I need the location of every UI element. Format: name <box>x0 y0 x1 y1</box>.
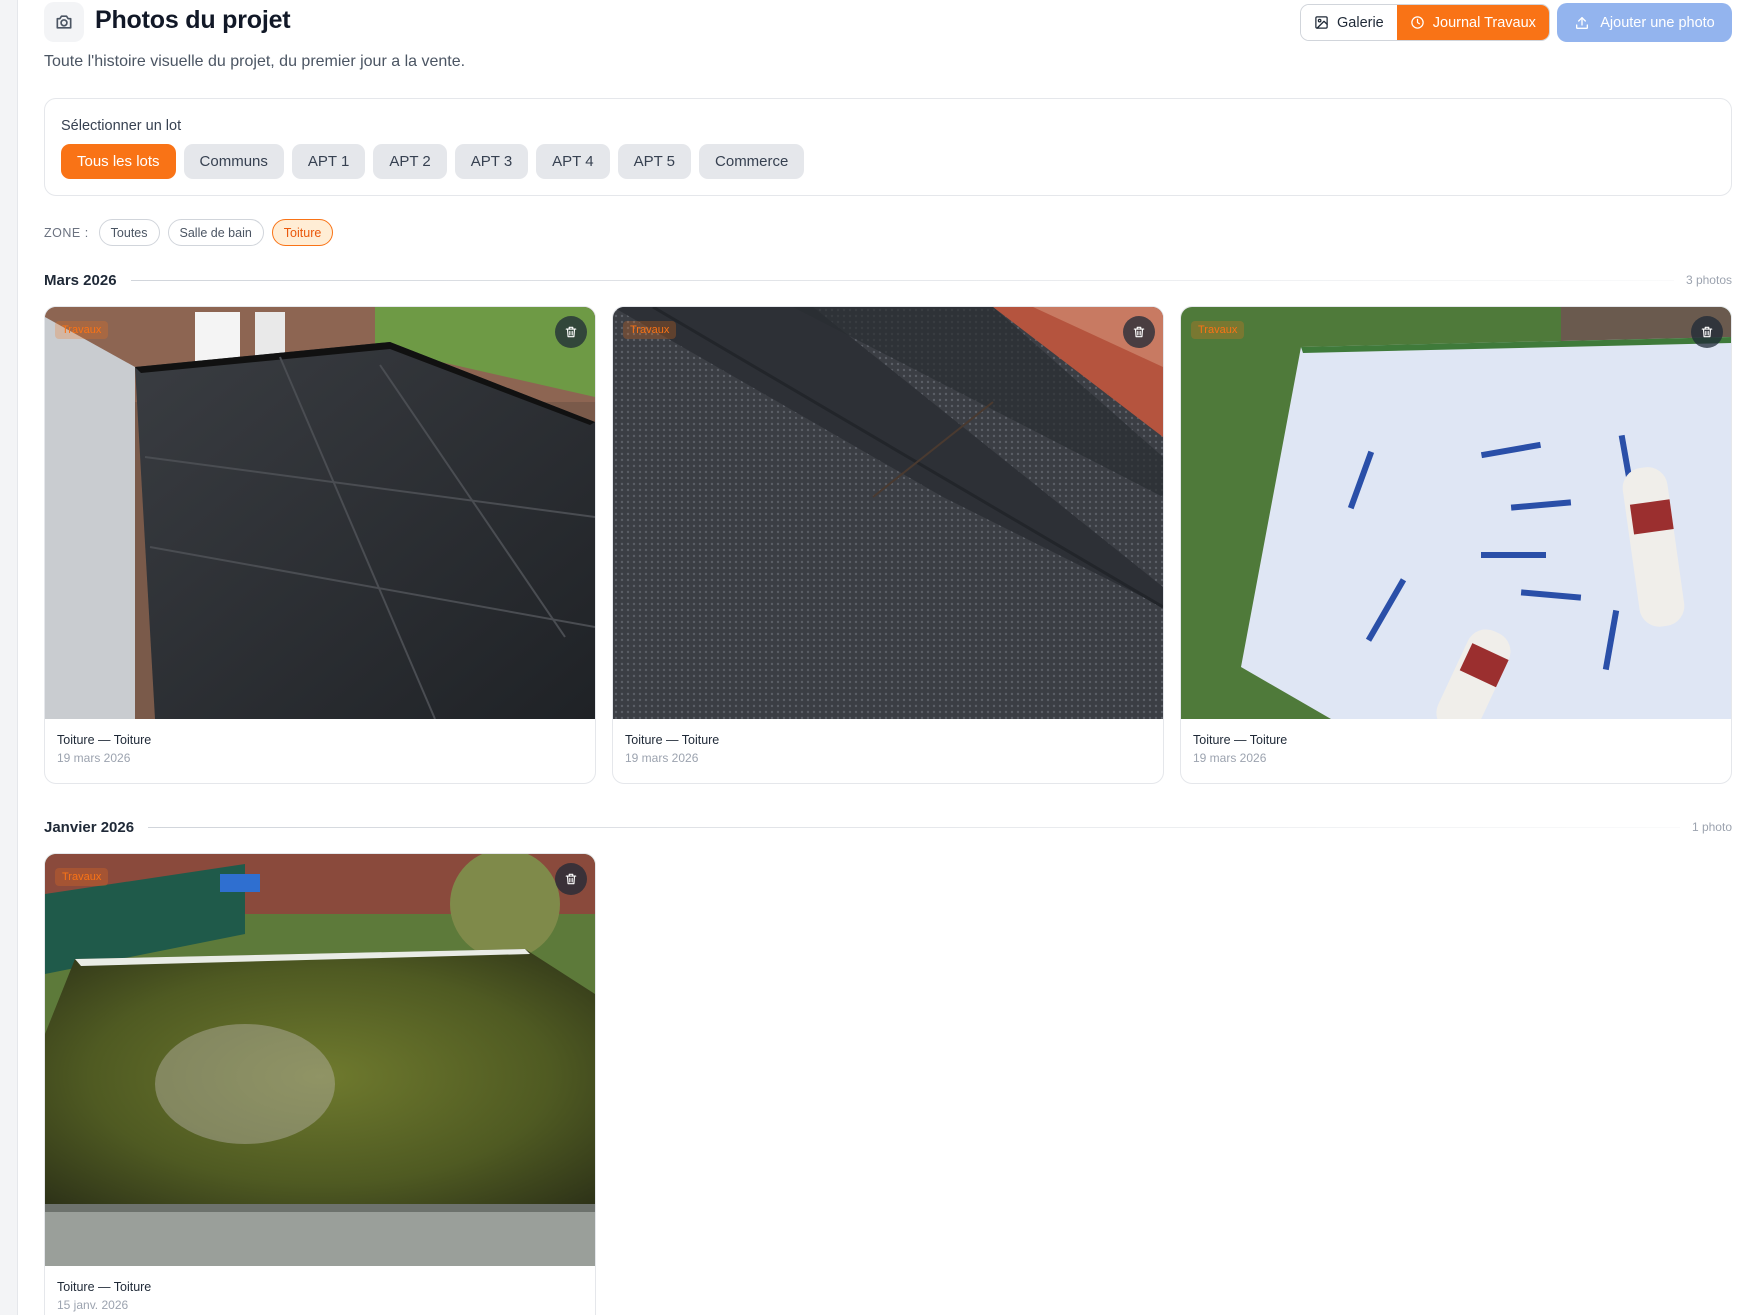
lot-chip-apt-2[interactable]: APT 2 <box>373 144 447 179</box>
photo-caption: Toiture — Toiture <box>57 733 152 747</box>
view-journal-label: Journal Travaux <box>1432 14 1536 31</box>
photo-category-badge: Travaux <box>55 321 109 339</box>
camera-icon <box>44 2 84 42</box>
month-divider <box>148 826 1680 828</box>
trash-icon <box>1701 326 1713 338</box>
month-header: Janvier 2026 1 photo <box>44 817 1732 837</box>
trash-icon <box>565 873 577 885</box>
month-title: Mars 2026 <box>44 271 117 289</box>
photo-category-badge: Travaux <box>55 868 109 886</box>
lot-chip-communs[interactable]: Communs <box>183 144 284 179</box>
month-title: Janvier 2026 <box>44 818 135 836</box>
photo-caption: Toiture — Toiture <box>1193 733 1288 747</box>
delete-photo-button[interactable] <box>1691 316 1723 348</box>
view-journal-button[interactable]: Journal Travaux <box>1396 5 1549 40</box>
photo-thumbnail[interactable]: Travaux <box>1181 307 1731 719</box>
lot-chip-list: Tous les lots Communs APT 1 APT 2 APT 3 … <box>61 144 805 179</box>
page-title: Photos du projet <box>95 6 291 34</box>
add-photo-label: Ajouter une photo <box>1600 14 1715 31</box>
photo-card[interactable]: Travaux Toiture — Toiture 15 janv. 2026 <box>44 853 596 1315</box>
photo-date: 19 mars 2026 <box>57 751 131 765</box>
view-toggle: Galerie Journal Travaux <box>1300 4 1550 41</box>
photo-thumbnail[interactable]: Travaux <box>613 307 1163 719</box>
trash-icon <box>565 326 577 338</box>
month-photo-count: 3 photos <box>1685 273 1732 287</box>
photo-card[interactable]: Travaux Toiture — Toiture 19 mars 2026 <box>612 306 1164 784</box>
photos-page: Photos du projet Galerie Journal Travaux… <box>44 0 1732 1315</box>
photo-thumbnail[interactable]: Travaux <box>45 854 595 1266</box>
left-rail <box>0 0 18 1315</box>
lot-chip-tous-les-lots[interactable]: Tous les lots <box>61 144 176 179</box>
month-header: Mars 2026 3 photos <box>44 270 1732 290</box>
photo-card[interactable]: Travaux Toiture — Toiture 19 mars 2026 <box>1180 306 1732 784</box>
photo-thumbnail[interactable]: Travaux <box>45 307 595 719</box>
delete-photo-button[interactable] <box>555 316 587 348</box>
photo-date: 19 mars 2026 <box>625 751 699 765</box>
upload-icon <box>1576 16 1589 29</box>
trash-icon <box>1133 326 1145 338</box>
lot-selector-label: Sélectionner un lot <box>61 118 182 134</box>
photo-caption: Toiture — Toiture <box>57 1280 152 1294</box>
lot-selector: Sélectionner un lot Tous les lots Commun… <box>44 98 1732 196</box>
image-icon <box>1315 16 1328 29</box>
photo-date: 19 mars 2026 <box>1193 751 1267 765</box>
photo-caption: Toiture — Toiture <box>625 733 720 747</box>
photo-category-badge: Travaux <box>1191 321 1245 339</box>
view-galerie-label: Galerie <box>1337 14 1384 31</box>
zone-chip-salle-de-bain[interactable]: Salle de bain <box>167 219 264 246</box>
delete-photo-button[interactable] <box>555 863 587 895</box>
lot-chip-apt-4[interactable]: APT 4 <box>536 144 610 179</box>
month-divider <box>130 279 1674 281</box>
clock-icon <box>1411 16 1424 29</box>
photo-date: 15 janv. 2026 <box>57 1298 129 1312</box>
photo-category-badge: Travaux <box>623 321 677 339</box>
lot-chip-apt-3[interactable]: APT 3 <box>454 144 529 179</box>
add-photo-button[interactable]: Ajouter une photo <box>1557 3 1732 42</box>
month-photo-count: 1 photo <box>1691 820 1732 834</box>
zone-chip-toiture[interactable]: Toiture <box>271 219 334 246</box>
zone-filter-label: ZONE : <box>44 225 89 240</box>
delete-photo-button[interactable] <box>1123 316 1155 348</box>
lot-chip-apt-1[interactable]: APT 1 <box>291 144 366 179</box>
zone-filter: ZONE : Toutes Salle de bain Toiture <box>44 219 334 246</box>
view-galerie-button[interactable]: Galerie <box>1301 5 1397 40</box>
zone-chip-toutes[interactable]: Toutes <box>98 219 160 246</box>
lot-chip-commerce[interactable]: Commerce <box>699 144 805 179</box>
lot-chip-apt-5[interactable]: APT 5 <box>617 144 692 179</box>
page-subtitle: Toute l'histoire visuelle du projet, du … <box>44 53 466 70</box>
page-header: Photos du projet Galerie Journal Travaux… <box>44 0 1732 44</box>
photo-card[interactable]: Travaux Toiture — Toiture 19 mars 2026 <box>44 306 596 784</box>
